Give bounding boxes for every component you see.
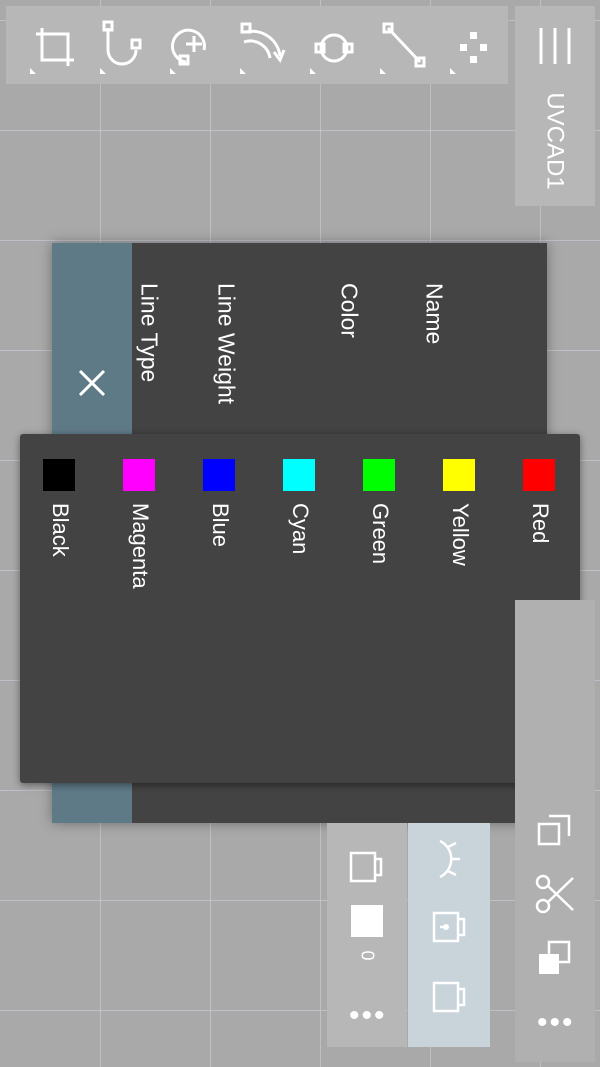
add-point-tool-icon[interactable] xyxy=(164,14,220,76)
color-swatch xyxy=(363,459,395,491)
color-swatch xyxy=(123,459,155,491)
layer-color-swatch[interactable] xyxy=(351,905,383,937)
line-tool-icon[interactable] xyxy=(374,14,430,76)
close-icon[interactable] xyxy=(72,363,112,403)
app-title: UVCAD1 xyxy=(542,92,570,190)
color-option-yellow[interactable]: Yellow xyxy=(439,459,479,759)
scissors-icon[interactable] xyxy=(533,872,577,921)
color-swatch xyxy=(443,459,475,491)
copy-icon[interactable] xyxy=(535,938,575,983)
lock-icon[interactable] xyxy=(430,907,470,952)
color-chooser: Black Magenta Blue Cyan Green Yellow Red xyxy=(20,434,580,783)
color-option-magenta[interactable]: Magenta xyxy=(119,459,159,759)
color-option-blue[interactable]: Blue xyxy=(199,459,239,759)
color-option-green[interactable]: Green xyxy=(359,459,399,759)
color-swatch xyxy=(203,459,235,491)
color-swatch xyxy=(283,459,315,491)
layer-panel: 0 ••• xyxy=(327,823,407,1047)
unlock-icon[interactable] xyxy=(430,977,470,1022)
right-header-panel: UVCAD1 xyxy=(515,6,595,206)
color-swatch xyxy=(43,459,75,491)
points-tool-icon[interactable] xyxy=(444,14,500,76)
edit-more-icon[interactable]: ••• xyxy=(537,1008,575,1038)
color-option-black[interactable]: Black xyxy=(39,459,79,759)
color-option-cyan[interactable]: Cyan xyxy=(279,459,319,759)
layer-more-icon[interactable]: ••• xyxy=(349,1001,387,1031)
polyline-arc-tool-icon[interactable] xyxy=(94,14,150,76)
rotate-tool-icon[interactable] xyxy=(234,14,290,76)
eye-closed-icon[interactable] xyxy=(432,837,468,886)
layer-number: 0 xyxy=(357,949,378,961)
edit-panel: ••• xyxy=(515,600,595,1062)
rectangle-tool-icon[interactable] xyxy=(24,14,80,76)
circle-tool-icon[interactable] xyxy=(304,14,360,76)
color-swatch xyxy=(523,459,555,491)
paste-icon[interactable] xyxy=(535,810,575,855)
top-toolbar xyxy=(6,6,508,84)
lock-panel xyxy=(408,823,490,1047)
menu-icon[interactable] xyxy=(527,24,583,68)
layer-icon[interactable] xyxy=(347,847,387,892)
